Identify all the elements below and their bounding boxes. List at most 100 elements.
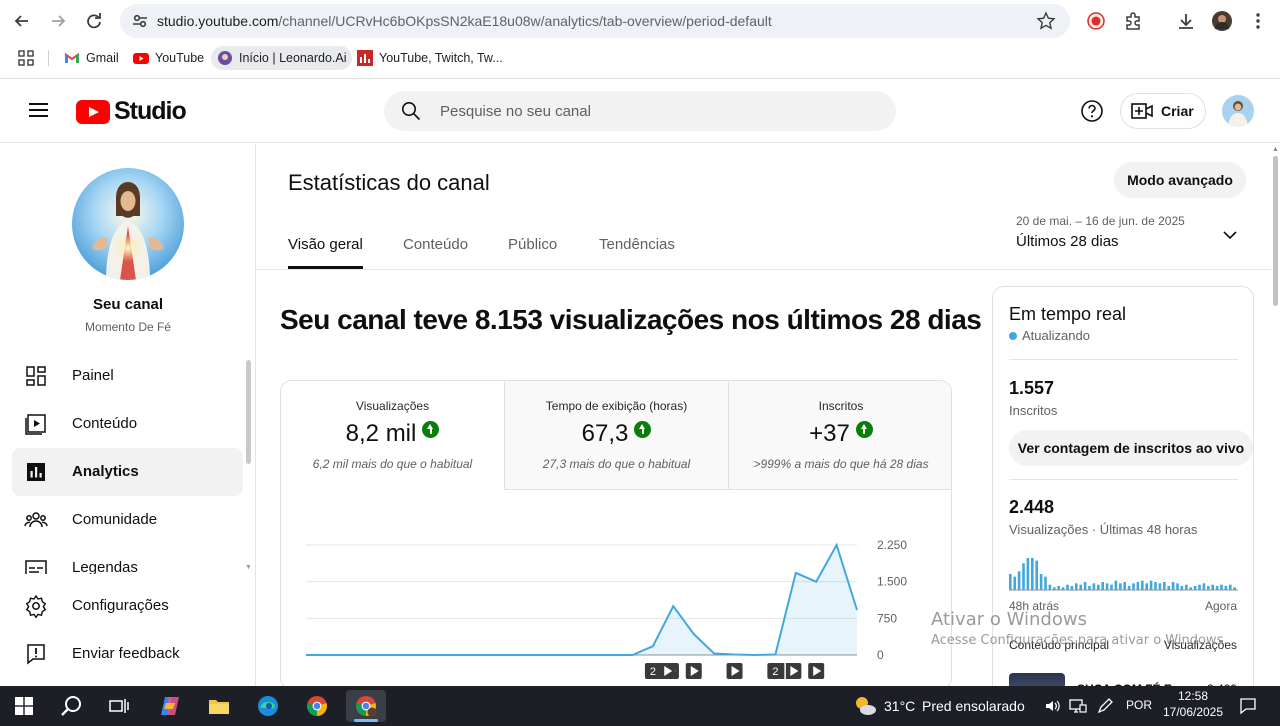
views-chart-svg: 2.250 1.500 750 0 2 2	[306, 538, 907, 679]
reload-button[interactable]	[79, 6, 109, 36]
bookmark-star-icon[interactable]	[1036, 11, 1056, 31]
marker-count: 2	[772, 666, 778, 678]
metric-watch-time[interactable]: Tempo de exibição (horas) 67,3 27,3 mais…	[505, 381, 729, 490]
task-view-button[interactable]	[99, 690, 139, 722]
bookmark-stats[interactable]: YouTube, Twitch, Tw...	[357, 46, 503, 70]
tab-audience[interactable]: Público	[508, 236, 557, 253]
sidebar-item-legendas[interactable]: Legendas	[12, 544, 243, 574]
sparkline-bar	[1017, 571, 1021, 590]
sparkline-bar	[1224, 586, 1228, 590]
apps-grid-icon[interactable]	[18, 46, 34, 70]
video-publish-marker[interactable]	[808, 663, 825, 679]
forward-button[interactable]	[43, 6, 73, 36]
video-publish-marker[interactable]	[685, 663, 702, 679]
chrome-profile-button[interactable]	[346, 690, 386, 722]
sparkline-bar	[1229, 584, 1232, 590]
help-icon[interactable]	[1080, 99, 1104, 123]
tab-overview[interactable]: Visão geral	[288, 236, 363, 253]
weather-text[interactable]: Pred ensolarado	[922, 698, 1025, 714]
chrome-button[interactable]	[297, 690, 337, 722]
sparkline-bar	[1035, 560, 1038, 590]
browser-menu-icon[interactable]	[1245, 8, 1271, 34]
sparkline-bar	[1207, 586, 1210, 590]
y-tick-label: 2.250	[877, 538, 907, 552]
realtime-subscribers-label: Inscritos	[1009, 403, 1058, 418]
profile-avatar-icon[interactable]	[1209, 8, 1235, 34]
metric-number: +37	[809, 420, 850, 447]
sidebar-item-painel[interactable]: Painel	[12, 352, 243, 400]
sparkline-bar	[1176, 583, 1179, 590]
sparkline-bar	[1066, 584, 1069, 590]
arrow-right-icon	[52, 15, 66, 27]
sidebar-scrollbar[interactable]	[246, 360, 251, 464]
realtime-title: Em tempo real	[1009, 304, 1127, 324]
language-indicator[interactable]: POR	[1126, 698, 1152, 712]
bookmark-leonardo[interactable]: Início | Leonardo.Ai	[211, 46, 353, 70]
sparkline-bar	[1110, 584, 1113, 590]
video-publish-marker[interactable]	[726, 663, 743, 679]
sidebar-item-feedback[interactable]: Enviar feedback	[12, 630, 243, 678]
video-publish-marker[interactable]	[659, 663, 676, 679]
studio-logo[interactable]: Studio	[76, 97, 187, 126]
recording-extension-icon[interactable]	[1083, 8, 1109, 34]
download-icon[interactable]	[1173, 8, 1199, 34]
search-input[interactable]	[440, 99, 860, 123]
sparkline-bar	[1031, 558, 1034, 590]
live-subscriber-count-button[interactable]: Ver contagem de inscritos ao vivo	[1009, 430, 1253, 466]
clock-time: 12:58	[1177, 689, 1209, 703]
period-selector[interactable]: Últimos 28 dias	[1016, 233, 1119, 250]
advanced-mode-button[interactable]: Modo avançado	[1114, 162, 1246, 198]
metric-views[interactable]: Visualizações 8,2 mil 6,2 mil mais do qu…	[281, 381, 505, 490]
channel-avatar[interactable]	[72, 168, 184, 280]
watermark-text: Acesse Configurações para ativar o Windo…	[931, 633, 1228, 648]
create-video-icon	[1131, 103, 1153, 119]
scroll-up-arrow[interactable]: ▲	[1272, 146, 1279, 153]
sidebar: Seu canal Momento De Fé Painel Conteúdo …	[0, 144, 256, 686]
sidebar-item-comunidade[interactable]: Comunidade	[12, 496, 243, 544]
bookmark-label: YouTube, Twitch, Tw...	[379, 51, 503, 65]
pen-icon[interactable]	[1096, 697, 1114, 715]
account-avatar[interactable]	[1222, 95, 1254, 127]
address-bar[interactable]: studio.youtube.com/channel/UCRvHc6bOKpsS…	[120, 4, 1070, 38]
sparkline-bar	[1149, 580, 1153, 590]
tab-content[interactable]: Conteúdo	[403, 236, 468, 253]
temperature[interactable]: 31°C	[884, 698, 915, 714]
edge-button[interactable]	[248, 690, 288, 722]
back-button[interactable]	[7, 6, 37, 36]
bookmark-gmail[interactable]: Gmail	[64, 46, 119, 70]
clock[interactable]: 12:58 17/06/2025	[1158, 688, 1228, 720]
site-settings-icon[interactable]	[130, 11, 150, 31]
menu-icon[interactable]	[24, 99, 52, 123]
chevron-down-icon[interactable]	[1221, 226, 1239, 244]
sparkline-bar	[1097, 584, 1100, 590]
file-explorer-button[interactable]	[199, 690, 239, 722]
page-scrollbar[interactable]: ▲	[1271, 144, 1280, 686]
weather-icon[interactable]	[853, 695, 877, 717]
sidebar-item-conteudo[interactable]: Conteúdo	[12, 400, 243, 448]
video-publish-marker[interactable]: 2	[767, 663, 802, 679]
volume-icon[interactable]	[1044, 698, 1060, 714]
bookmark-youtube[interactable]: YouTube	[133, 46, 204, 70]
network-icon[interactable]	[1069, 698, 1087, 714]
marker-count: 2	[650, 666, 656, 678]
metric-subscribers[interactable]: Inscritos +37 >999% a mais do que há 28 …	[729, 381, 951, 490]
views-line	[306, 542, 858, 657]
url-path: /channel/UCRvHc6bOKpsSN2kaE18u08w/analyt…	[278, 13, 772, 29]
create-label: Criar	[1161, 103, 1194, 119]
sidebar-scroll-down-arrow[interactable]: ▼	[245, 564, 252, 571]
community-icon	[24, 512, 48, 528]
tab-trends[interactable]: Tendências	[599, 236, 675, 253]
sidebar-item-configuracoes[interactable]: Configurações	[12, 582, 243, 630]
start-button[interactable]	[4, 690, 44, 722]
sidebar-item-analytics[interactable]: Analytics	[12, 448, 243, 496]
extensions-icon[interactable]	[1120, 8, 1146, 34]
taskbar-search-button[interactable]	[52, 690, 92, 722]
copilot-button[interactable]	[150, 690, 190, 722]
scrollbar-thumb[interactable]	[1273, 156, 1278, 306]
notifications-icon[interactable]	[1239, 697, 1257, 715]
create-button[interactable]: Criar	[1120, 93, 1206, 129]
search-icon[interactable]	[401, 101, 421, 121]
date-range[interactable]: 20 de mai. – 16 de jun. de 2025	[1016, 214, 1185, 228]
realtime-sparkline[interactable]	[1009, 549, 1238, 591]
metric-note: >999% a mais do que há 28 dias	[753, 457, 929, 471]
